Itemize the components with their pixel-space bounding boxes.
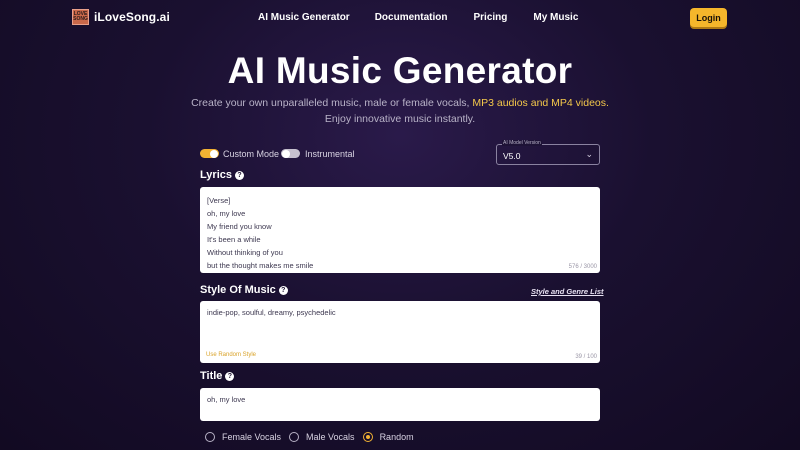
radio-circle-selected (362, 432, 373, 442)
help-icon[interactable]: ? (235, 170, 245, 180)
radio-circle (205, 432, 215, 442)
radio-female-vocals[interactable]: Female Vocals (205, 432, 281, 442)
lyrics-textarea[interactable]: [Verse] oh, my love My friend you know I… (200, 187, 600, 273)
nav-link-pricing[interactable]: Pricing (473, 12, 507, 23)
lyrics-label-text: Lyrics (200, 169, 233, 181)
vocals-radio-group: Female Vocals Male Vocals Random (205, 432, 422, 442)
nav-link-documentation[interactable]: Documentation (375, 12, 448, 23)
use-random-style-button[interactable]: Use Random Style (206, 352, 256, 358)
custom-mode-label: Custom Mode (223, 149, 280, 159)
lyrics-line: oh, my love (207, 209, 246, 218)
lyrics-line: Without thinking of you (207, 248, 283, 257)
help-icon[interactable]: ? (225, 371, 235, 381)
style-value: indie-pop, soulful, dreamy, psychedelic (207, 308, 336, 317)
instrumental-toggle[interactable] (281, 149, 300, 158)
radio-label: Random (379, 432, 414, 442)
nav-links: AI Music Generator Documentation Pricing… (258, 12, 604, 23)
model-version-select[interactable]: AI Model Version V5.0 ⌄ (496, 140, 600, 165)
nav-link-ai-music-generator[interactable]: AI Music Generator (258, 12, 350, 23)
toggle-knob (282, 149, 290, 158)
radio-label: Male Vocals (306, 432, 355, 442)
radio-circle (289, 432, 300, 442)
title-input[interactable]: oh, my love (200, 388, 600, 421)
chevron-down-icon: ⌄ (585, 149, 593, 159)
nav-link-my-music[interactable]: My Music (533, 12, 578, 23)
subtitle-highlight: MP3 audios and MP4 videos. (472, 97, 609, 109)
model-version-legend: AI Model Version (502, 140, 542, 146)
lyrics-line: [Verse] (207, 196, 231, 205)
title-value: oh, my love (207, 395, 246, 404)
subtitle-second-line: Enjoy innovative music instantly. (324, 113, 476, 125)
lyrics-label: Lyrics ? (200, 169, 245, 181)
title-label-text: Title (200, 370, 223, 382)
instrumental-label: Instrumental (305, 149, 355, 159)
style-char-counter: 39 / 100 (575, 354, 597, 360)
model-version-value: V5.0 (503, 151, 521, 161)
toggle-knob (210, 149, 218, 158)
style-textarea[interactable]: indie-pop, soulful, dreamy, psychedelic … (200, 301, 600, 363)
login-button[interactable]: Login (690, 8, 727, 27)
lyrics-line: My friend you know (207, 222, 272, 231)
style-label-text: Style Of Music (200, 284, 276, 296)
custom-mode-toggle[interactable] (200, 149, 219, 158)
lyrics-line: It's been a while (207, 235, 261, 244)
lyrics-line: but the thought makes me smile (207, 261, 314, 270)
radio-male-vocals[interactable]: Male Vocals (289, 432, 355, 442)
subtitle-text: Create your own unparalleled music, male… (191, 97, 473, 109)
brand-name: iLoveSong.ai (94, 10, 170, 24)
radio-random[interactable]: Random (362, 432, 414, 442)
title-label: Title ? (200, 370, 235, 382)
logo-icon: LOVE SONG (72, 9, 89, 25)
top-nav: LOVE SONG iLoveSong.ai AI Music Generato… (0, 0, 800, 36)
page-title: AI Music Generator (227, 50, 573, 91)
lyrics-char-counter: 576 / 3000 (568, 264, 597, 270)
brand-logo[interactable]: LOVE SONG iLoveSong.ai (72, 9, 170, 25)
subtitle: Create your own unparalleled music, male… (0, 97, 800, 109)
style-label: Style Of Music ? (200, 284, 288, 296)
help-icon[interactable]: ? (278, 285, 288, 295)
radio-label: Female Vocals (222, 432, 282, 442)
style-genre-list-link[interactable]: Style and Genre List (531, 287, 604, 296)
